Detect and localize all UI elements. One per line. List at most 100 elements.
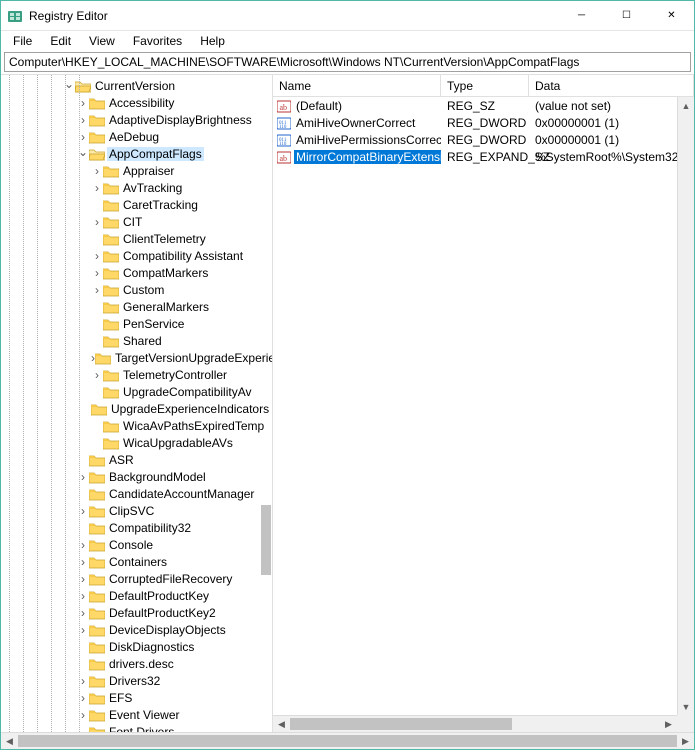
column-data[interactable]: Data [529, 75, 694, 96]
tree-item-avtracking[interactable]: › AvTracking [1, 179, 272, 196]
tree-item-drivers-desc[interactable]: drivers.desc [1, 655, 272, 672]
tree-item-generalmarkers[interactable]: GeneralMarkers [1, 298, 272, 315]
column-type[interactable]: Type [441, 75, 529, 96]
tree-scrollbar-thumb[interactable] [261, 505, 271, 575]
scroll-right-icon[interactable]: ▶ [660, 716, 677, 733]
tree-item-cit[interactable]: › CIT [1, 213, 272, 230]
menu-help[interactable]: Help [192, 32, 233, 50]
expand-toggle[interactable]: ⌄ [77, 146, 89, 158]
expand-toggle[interactable]: › [91, 165, 103, 177]
tree-item-clienttelemetry[interactable]: ClientTelemetry [1, 230, 272, 247]
tree-item-penservice[interactable]: PenService [1, 315, 272, 332]
expand-toggle[interactable]: › [91, 182, 103, 194]
tree-item-targetversionupgradeexperienceindicators[interactable]: › TargetVersionUpgradeExperienceIndicato… [1, 349, 272, 366]
tree-item-devicedisplayobjects[interactable]: › DeviceDisplayObjects [1, 621, 272, 638]
tree-item-wicaavpathsexpiredtemp[interactable]: WicaAvPathsExpiredTemp [1, 417, 272, 434]
expand-toggle[interactable]: › [91, 369, 103, 381]
expand-toggle[interactable]: › [91, 216, 103, 228]
folder-icon [103, 164, 119, 178]
tree-item-asr[interactable]: ASR [1, 451, 272, 468]
tree-item-candidateaccountmanager[interactable]: CandidateAccountManager [1, 485, 272, 502]
folder-icon [89, 470, 105, 484]
minimize-button[interactable]: ─ [559, 1, 604, 30]
menu-view[interactable]: View [81, 32, 123, 50]
expand-toggle[interactable]: ⌄ [63, 78, 75, 90]
expand-toggle[interactable]: › [91, 250, 103, 262]
tree-item-wicaupgradableavs[interactable]: WicaUpgradableAVs [1, 434, 272, 451]
folder-icon [89, 487, 105, 501]
tree-item-upgradecompatibilityav[interactable]: UpgradeCompatibilityAv [1, 383, 272, 400]
value-row[interactable]: (Default) REG_SZ (value not set) [273, 97, 694, 114]
tree-item-defaultproductkey[interactable]: › DefaultProductKey [1, 587, 272, 604]
tree-item-containers[interactable]: › Containers [1, 553, 272, 570]
window-hscroll[interactable]: ◀ ▶ [1, 732, 694, 749]
value-row[interactable]: AmiHiveOwnerCorrect REG_DWORD 0x00000001… [273, 114, 694, 131]
folder-icon [89, 657, 105, 671]
address-bar[interactable]: Computer\HKEY_LOCAL_MACHINE\SOFTWARE\Mic… [4, 52, 691, 72]
tree-item-appcompatflags[interactable]: ⌄ AppCompatFlags [1, 145, 272, 162]
value-type: REG_DWORD [441, 116, 529, 130]
tree-item-custom[interactable]: › Custom [1, 281, 272, 298]
folder-icon [95, 351, 111, 365]
tree-item-console[interactable]: › Console [1, 536, 272, 553]
value-hscroll-thumb[interactable] [290, 718, 512, 730]
tree-item-drivers32[interactable]: › Drivers32 [1, 672, 272, 689]
tree-item-accessibility[interactable]: › Accessibility [1, 94, 272, 111]
menu-edit[interactable]: Edit [42, 32, 79, 50]
tree-item-corruptedfilerecovery[interactable]: › CorruptedFileRecovery [1, 570, 272, 587]
tree-item-compatibility-assistant[interactable]: › Compatibility Assistant [1, 247, 272, 264]
scroll-up-icon[interactable]: ▲ [678, 97, 695, 114]
registry-editor-window: Registry Editor ─ ☐ ✕ File Edit View Fav… [0, 0, 695, 750]
expand-toggle[interactable]: › [91, 284, 103, 296]
tree-item-shared[interactable]: Shared [1, 332, 272, 349]
menu-favorites[interactable]: Favorites [125, 32, 190, 50]
tree-item-event-viewer[interactable]: › Event Viewer [1, 706, 272, 723]
scroll-down-icon[interactable]: ▼ [678, 698, 695, 715]
scroll-left-icon[interactable]: ◀ [273, 716, 290, 733]
maximize-button[interactable]: ☐ [604, 1, 649, 30]
tree-item-aedebug[interactable]: › AeDebug [1, 128, 272, 145]
value-vscroll[interactable]: ▲ ▼ [677, 97, 694, 715]
folder-icon [89, 640, 105, 654]
tree-item-font-drivers[interactable]: Font Drivers [1, 723, 272, 732]
folder-icon [89, 521, 105, 535]
expand-toggle[interactable]: › [91, 267, 103, 279]
tree-item-currentversion[interactable]: ⌄ CurrentVersion [1, 77, 272, 94]
scroll-right-icon[interactable]: ▶ [677, 733, 694, 749]
tree-item-compatibility32[interactable]: Compatibility32 [1, 519, 272, 536]
tree-item-label: Console [107, 538, 155, 552]
tree-item-efs[interactable]: › EFS [1, 689, 272, 706]
tree-item-diskdiagnostics[interactable]: DiskDiagnostics [1, 638, 272, 655]
string-value-icon [277, 99, 291, 113]
tree-item-backgroundmodel[interactable]: › BackgroundModel [1, 468, 272, 485]
window-hscroll-thumb[interactable] [18, 735, 677, 747]
tree-item-label: Custom [121, 283, 166, 297]
tree-item-label: CorruptedFileRecovery [107, 572, 234, 586]
tree-item-defaultproductkey2[interactable]: › DefaultProductKey2 [1, 604, 272, 621]
tree-item-label: drivers.desc [107, 657, 176, 671]
tree-pane: ⌄ CurrentVersion › Accessibility › Adapt… [1, 75, 273, 732]
value-row[interactable]: AmiHivePermissionsCorrect REG_DWORD 0x00… [273, 131, 694, 148]
tree-item-label: Containers [107, 555, 169, 569]
tree-item-telemetrycontroller[interactable]: › TelemetryController [1, 366, 272, 383]
column-name[interactable]: Name [273, 75, 441, 96]
tree-item-adaptivedisplaybrightness[interactable]: › AdaptiveDisplayBrightness [1, 111, 272, 128]
menu-file[interactable]: File [5, 32, 40, 50]
close-button[interactable]: ✕ [649, 1, 694, 30]
value-row[interactable]: MirrorCompatBinaryExtension REG_EXPAND_S… [273, 148, 694, 165]
value-list[interactable]: (Default) REG_SZ (value not set) AmiHive… [273, 97, 694, 165]
tree-item-compatmarkers[interactable]: › CompatMarkers [1, 264, 272, 281]
tree-item-clipsvc[interactable]: › ClipSVC [1, 502, 272, 519]
tree-item-upgradeexperienceindicators[interactable]: UpgradeExperienceIndicators [1, 400, 272, 417]
tree-item-appraiser[interactable]: › Appraiser [1, 162, 272, 179]
folder-icon [75, 79, 91, 93]
tree-item-carettracking[interactable]: CaretTracking [1, 196, 272, 213]
tree-item-label: AppCompatFlags [107, 147, 204, 161]
value-name: AmiHiveOwnerCorrect [294, 116, 417, 130]
tree-item-label: CurrentVersion [93, 79, 177, 93]
tree-item-label: AeDebug [107, 130, 161, 144]
registry-tree[interactable]: ⌄ CurrentVersion › Accessibility › Adapt… [1, 75, 272, 732]
folder-icon [89, 130, 105, 144]
value-hscroll[interactable]: ◀ ▶ [273, 715, 677, 732]
scroll-left-icon[interactable]: ◀ [1, 733, 18, 749]
